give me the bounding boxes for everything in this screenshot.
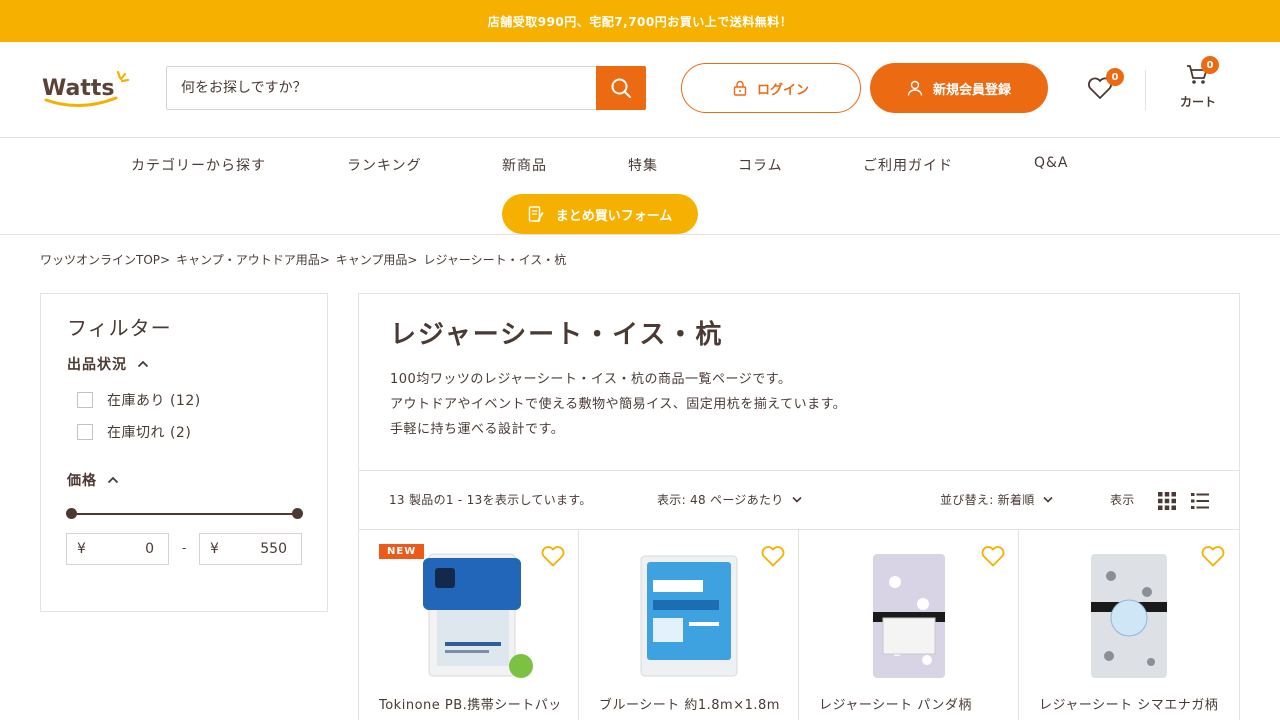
list-view-icon[interactable] <box>1190 491 1210 511</box>
breadcrumb: ワッツオンラインTOP> キャンプ・アウトドア用品> キャンプ用品> レジャーシ… <box>40 251 566 268</box>
cart-button[interactable]: 0 カート <box>1172 56 1224 112</box>
price-min-field[interactable]: ¥ 0 <box>66 533 169 565</box>
svg-text:Watts: Watts <box>42 76 114 101</box>
page-title: レジャーシート・イス・杭 <box>390 320 724 350</box>
nav-item-new-products[interactable]: 新商品 <box>502 155 547 175</box>
search-icon <box>611 78 631 98</box>
collection-panel: レジャーシート・イス・杭 100均ワッツのレジャーシート・イス・杭の商品一覧ペー… <box>358 293 1240 720</box>
nav-item-column[interactable]: コラム <box>738 155 783 175</box>
chevron-up-icon <box>107 476 119 484</box>
checkbox-in-stock[interactable] <box>77 392 93 408</box>
nav-item-ranking[interactable]: ランキング <box>347 155 422 175</box>
heart-icon[interactable] <box>1200 544 1226 568</box>
product-image[interactable] <box>1059 552 1199 682</box>
availability-heading: 出品状況 <box>67 357 127 373</box>
product-image[interactable] <box>619 552 759 682</box>
view-label: 表示 <box>1110 493 1135 507</box>
price-min-value: 0 <box>145 541 154 557</box>
filter-out-of-stock[interactable]: 在庫切れ (2) <box>77 422 191 442</box>
breadcrumb-item-top[interactable]: ワッツオンラインTOP> <box>40 251 170 268</box>
price-min-currency: ¥ <box>77 541 86 557</box>
breadcrumb-item-camp[interactable]: キャンプ用品> <box>336 251 418 268</box>
filter-out-of-stock-label: 在庫切れ (2) <box>107 425 192 441</box>
bulk-order-button[interactable]: まとめ買いフォーム <box>502 194 698 234</box>
filter-sidebar: フィルター 出品状況 在庫あり (12) 在庫切れ (2) 価格 ¥ 0 - ¥… <box>40 293 328 612</box>
heart-icon[interactable] <box>980 544 1006 568</box>
product-image[interactable] <box>399 552 539 682</box>
grid-view-icon[interactable] <box>1157 491 1177 511</box>
sort-select[interactable]: 並び替え: 新着順 <box>940 491 1053 508</box>
chevron-down-icon <box>792 496 802 503</box>
login-label: ログイン <box>756 82 809 98</box>
chevron-up-icon <box>137 360 149 368</box>
collection-description-line-2: アウトドアやイベントで使える敷物や簡易イス、固定用杭を揃えています。 <box>390 397 847 412</box>
search-input[interactable] <box>167 67 596 109</box>
product-name[interactable]: ブルーシート 約1.8m×1.8m <box>599 696 779 716</box>
header-divider <box>1145 70 1146 110</box>
cart-count-badge: 0 <box>1201 56 1219 74</box>
per-page-select[interactable]: 表示: 48 ページあたり <box>657 491 802 508</box>
form-icon <box>528 206 544 222</box>
price-max-field[interactable]: ¥ 550 <box>199 533 302 565</box>
nav-item-guide[interactable]: ご利用ガイド <box>863 155 953 175</box>
price-separator: - <box>182 541 187 555</box>
product-card[interactable]: レジャーシート パンダ柄 <box>799 530 1019 720</box>
product-image[interactable] <box>839 552 979 682</box>
heart-icon[interactable] <box>760 544 786 568</box>
product-name[interactable]: レジャーシート パンダ柄 <box>819 696 999 716</box>
announcement-bar: 店舗受取990円、宅配7,700円お買い上で送料無料！ <box>0 0 1280 42</box>
nav-item-faq[interactable]: Q&A <box>1034 155 1069 171</box>
login-button[interactable]: ログイン <box>681 63 861 113</box>
result-count: 13 製品の1 - 13を表示しています。 <box>389 493 592 507</box>
bulk-order-label: まとめ買いフォーム <box>555 208 673 224</box>
breadcrumb-item-current: レジャーシート・イス・杭 <box>423 253 567 267</box>
site-header: Watts ログイン 新規会員登録 0 <box>0 42 1280 138</box>
price-max-value: 550 <box>260 541 287 557</box>
search-bar <box>166 66 646 110</box>
product-name[interactable]: レジャーシート シマエナガ柄 <box>1039 696 1219 716</box>
favorites-count-badge: 0 <box>1106 68 1124 86</box>
price-range-track[interactable] <box>71 513 297 515</box>
chevron-down-icon <box>1042 496 1053 503</box>
price-heading: 価格 <box>67 473 97 489</box>
filter-in-stock-label: 在庫あり (12) <box>107 393 201 409</box>
sort-label: 並び替え: 新着順 <box>940 493 1035 507</box>
product-card[interactable]: ブルーシート 約1.8m×1.8m <box>579 530 799 720</box>
per-page-label: 表示: 48 ページあたり <box>657 493 784 507</box>
product-name[interactable]: Tokinone PB.携帯シートパック <box>379 696 559 716</box>
price-toggle[interactable]: 価格 <box>67 470 119 490</box>
checkbox-out-of-stock[interactable] <box>77 424 93 440</box>
availability-toggle[interactable]: 出品状況 <box>67 354 149 374</box>
register-label: 新規会員登録 <box>932 82 1011 98</box>
announcement-text: 店舗受取990円、宅配7,700円お買い上で送料無料！ <box>487 14 793 29</box>
cart-label: カート <box>1179 95 1216 109</box>
collection-description-line-3: 手軽に持ち運べる設計です。 <box>390 422 565 437</box>
user-icon <box>907 80 923 96</box>
search-button[interactable] <box>596 66 646 110</box>
price-max-currency: ¥ <box>210 541 219 557</box>
register-button[interactable]: 新規会員登録 <box>870 63 1048 113</box>
collection-toolbar: 13 製品の1 - 13を表示しています。 表示: 48 ページあたり 並び替え… <box>359 470 1239 530</box>
nav-item-features[interactable]: 特集 <box>628 155 658 175</box>
breadcrumb-item-outdoor[interactable]: キャンプ・アウトドア用品> <box>176 251 330 268</box>
collection-description-line-1: 100均ワッツのレジャーシート・イス・杭の商品一覧ページです。 <box>390 372 792 387</box>
nav-item-categories[interactable]: カテゴリーから探す <box>131 155 266 175</box>
lock-icon <box>733 80 747 96</box>
product-card[interactable]: レジャーシート シマエナガ柄 <box>1019 530 1239 720</box>
price-range-max-handle[interactable] <box>292 508 303 519</box>
product-card[interactable]: NEW Tokinone PB.携帯シートパック <box>359 530 579 720</box>
watts-logo[interactable]: Watts <box>40 68 130 112</box>
main-nav: カテゴリーから探す ランキング 新商品 特集 コラム ご利用ガイド Q&A まと… <box>0 139 1280 235</box>
favorites-button[interactable]: 0 <box>1086 68 1124 102</box>
heart-icon[interactable] <box>540 544 566 568</box>
filter-in-stock[interactable]: 在庫あり (12) <box>77 390 201 410</box>
filter-title: フィルター <box>67 316 172 340</box>
price-range-min-handle[interactable] <box>66 508 77 519</box>
